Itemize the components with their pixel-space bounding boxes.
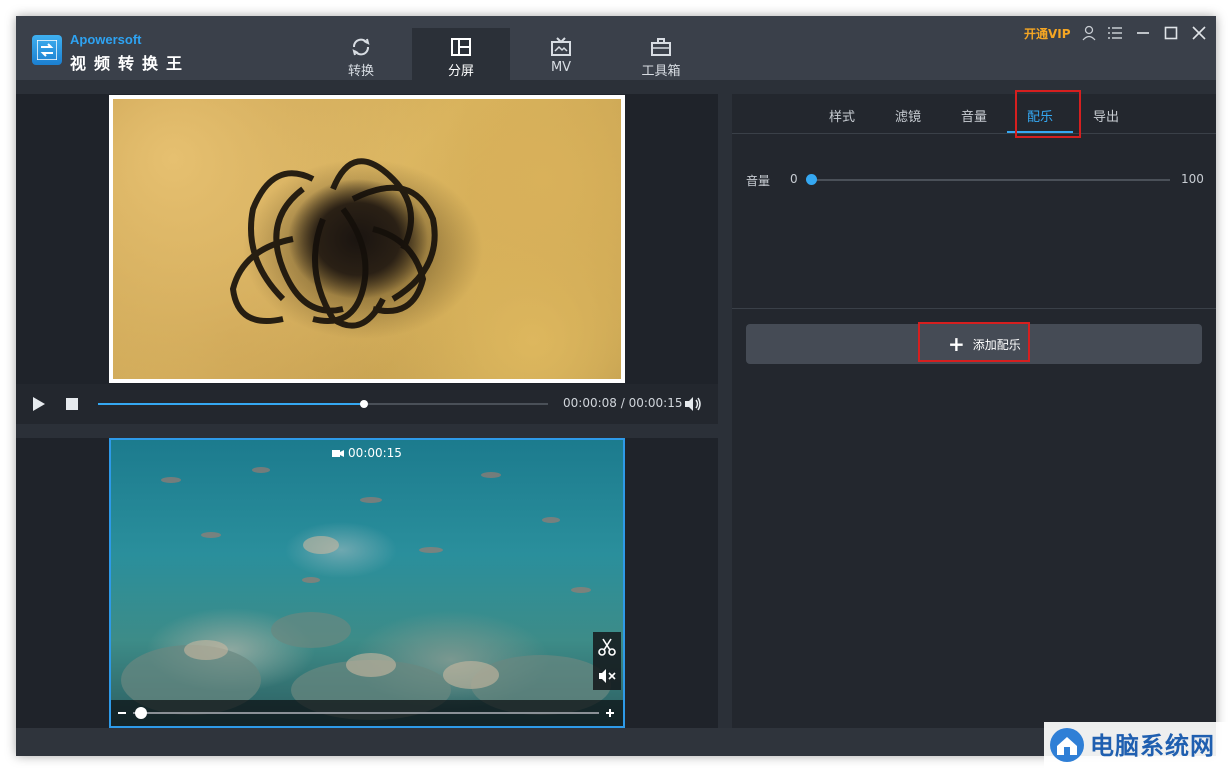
music-volume-handle[interactable] (806, 174, 817, 185)
play-icon[interactable] (32, 396, 46, 412)
vip-upgrade-link[interactable]: 开通VIP (1024, 25, 1071, 42)
brand-name-cn: 视频转换王 (70, 54, 191, 73)
playback-time: 00:00:08 / 00:00:15 (563, 396, 683, 410)
nav-tab-split-screen[interactable]: 分屏 (412, 28, 510, 80)
scissors-icon[interactable] (598, 638, 616, 656)
tv-icon (551, 37, 571, 56)
house-logo-icon (1050, 728, 1084, 762)
playback-progress-bar[interactable] (98, 400, 548, 408)
settings-tabs: 样式 滤镜 音量 配乐 导出 (732, 90, 1216, 138)
panel-divider (732, 308, 1216, 309)
clip-tools (593, 632, 621, 690)
minus-icon[interactable] (117, 708, 127, 718)
clip-volume-handle[interactable] (135, 707, 147, 719)
music-volume-row: 音量 0 100 (732, 172, 1216, 192)
settings-panel: 样式 滤镜 音量 配乐 导出 音量 0 100 + 添加配乐 (732, 90, 1216, 728)
split-screen-icon (451, 38, 471, 56)
clip-volume-track[interactable] (133, 712, 599, 714)
user-icon[interactable] (1080, 24, 1098, 42)
playback-progress-handle[interactable] (359, 400, 368, 408)
nav-tab-label: 转换 (347, 64, 374, 79)
nav-tab-mv[interactable]: MV (512, 28, 610, 80)
clip-video-image (121, 467, 611, 720)
watermark-text: 电脑系统网 (1090, 732, 1215, 760)
music-volume-slider[interactable] (812, 179, 1170, 181)
clip-duration: 00:00:15 (111, 446, 623, 460)
clip-duration-text: 00:00:15 (348, 446, 402, 460)
tab-filter[interactable]: 滤镜 (895, 106, 921, 125)
preview-video-image (113, 99, 621, 379)
clip-volume-bar (111, 700, 623, 726)
nav-tab-label: MV (550, 60, 572, 75)
nav-tab-label: 工具箱 (641, 64, 681, 79)
music-volume-label: 音量 (746, 174, 771, 188)
nav-tab-toolbox[interactable]: 工具箱 (612, 28, 710, 80)
highlight-box-music-tab (1015, 90, 1081, 138)
tab-style[interactable]: 样式 (829, 106, 855, 125)
watermark-badge: 电脑系统网 (1044, 722, 1230, 770)
tab-export[interactable]: 导出 (1093, 106, 1119, 125)
player-controls: 00:00:08 / 00:00:15 (16, 384, 718, 424)
tab-volume[interactable]: 音量 (961, 106, 987, 125)
main-preview-frame[interactable] (109, 95, 625, 383)
menu-icon[interactable] (1106, 24, 1124, 42)
nav-tab-convert[interactable]: 转换 (312, 28, 410, 80)
minimize-icon[interactable] (1134, 24, 1152, 42)
mute-icon[interactable] (598, 668, 616, 684)
refresh-icon (352, 38, 370, 56)
highlight-box-add-music (918, 322, 1030, 362)
music-volume-max: 100 (1181, 172, 1204, 186)
app-window: Apowersoft 视频转换王 转换 分屏 MV 工具箱 开通VIP 00:0… (16, 16, 1216, 756)
nav-tab-label: 分屏 (447, 64, 474, 79)
maximize-icon[interactable] (1162, 24, 1180, 42)
stop-icon[interactable] (65, 397, 79, 411)
clip-preview-frame[interactable]: 00:00:15 (109, 438, 625, 728)
playback-progress-fill (98, 403, 364, 405)
status-bar (16, 728, 1216, 756)
app-logo-icon (32, 35, 62, 65)
plus-icon[interactable] (605, 708, 615, 718)
video-camera-icon (332, 450, 345, 457)
toolbox-icon (651, 38, 671, 56)
music-volume-min: 0 (790, 172, 798, 186)
volume-icon[interactable] (684, 396, 702, 412)
close-icon[interactable] (1190, 24, 1208, 42)
brand-name-en: Apowersoft (70, 32, 142, 47)
title-bar: Apowersoft 视频转换王 转换 分屏 MV 工具箱 开通VIP (16, 16, 1216, 80)
